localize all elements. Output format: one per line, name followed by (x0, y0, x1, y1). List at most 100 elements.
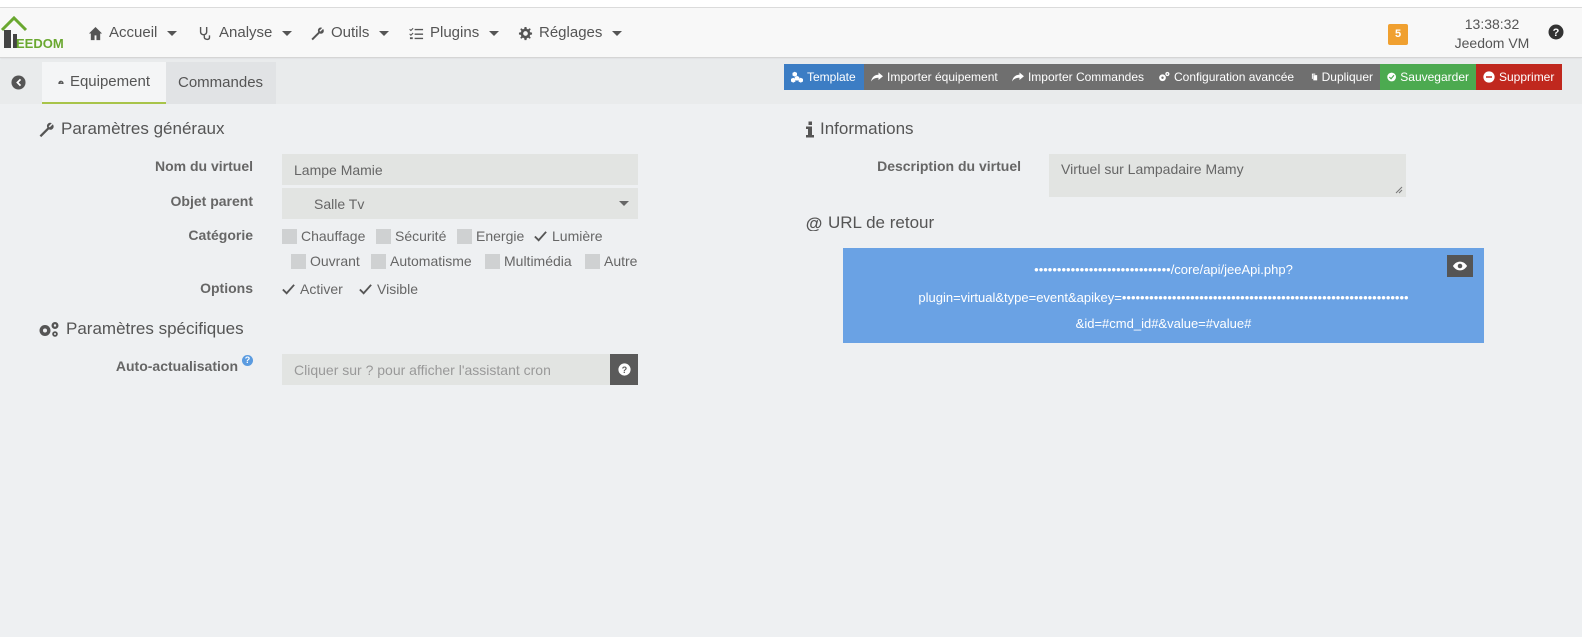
duplicate-label: Dupliquer (1321, 70, 1373, 84)
share-arrow-icon (1012, 72, 1024, 82)
nav-reglages[interactable]: Réglages (518, 8, 623, 58)
checkmark-icon[interactable] (358, 282, 373, 297)
nav-outils-label: Outils (331, 24, 370, 41)
dashboard-gauge-icon (58, 80, 64, 84)
category-lumiere[interactable]: Lumière (533, 227, 603, 245)
at-sign-icon: @ (806, 215, 822, 231)
nav-analyse[interactable]: Analyse (198, 8, 293, 58)
nav-plugins[interactable]: Plugins (409, 8, 500, 58)
category-autre-label: Autre (604, 253, 638, 269)
parent-select[interactable]: Salle Tv (282, 188, 638, 219)
description-textarea[interactable]: Virtuel sur Lampadaire Mamy (1049, 154, 1406, 197)
jeedom-logo[interactable]: EEDOM (0, 12, 70, 52)
checkbox[interactable] (371, 253, 386, 269)
caret-down-icon (489, 30, 500, 36)
duplicate-button[interactable]: Dupliquer (1303, 64, 1380, 90)
category-securite-label: Sécurité (395, 228, 447, 244)
category-lumiere-label: Lumière (552, 228, 603, 244)
cogs-icon (39, 321, 59, 337)
checkbox[interactable] (291, 253, 306, 269)
copy-icon (1311, 73, 1318, 81)
option-activer-label: Activer (300, 281, 343, 297)
share-arrow-icon (871, 72, 883, 82)
category-multimedia-label: Multimédia (504, 253, 572, 269)
info-question-icon[interactable]: ? (242, 355, 253, 366)
return-url-box: ••••••••••••••••••••••••••••••/core/api/… (843, 248, 1484, 343)
template-button[interactable]: Template (784, 64, 864, 90)
resize-handle-icon[interactable] (1395, 186, 1403, 194)
nav-accueil[interactable]: Accueil (88, 8, 178, 58)
tab-equipement-label: Equipement (69, 73, 150, 90)
clock-host: Jeedom VM (1454, 35, 1530, 51)
svg-text:?: ? (1553, 27, 1560, 39)
caret-down-icon (619, 201, 629, 206)
tab-commandes[interactable]: Commandes (166, 62, 276, 104)
top-strip (0, 0, 1582, 8)
cron-help-button[interactable]: ? (610, 354, 638, 385)
category-ouvrant-label: Ouvrant (310, 253, 360, 269)
tab-equipement[interactable]: Equipement (42, 62, 166, 104)
svg-text:?: ? (621, 365, 626, 375)
specific-params-title: Paramètres spécifiques (38, 319, 244, 339)
import-commands-label: Importer Commandes (1027, 70, 1144, 84)
option-activer[interactable]: Activer (281, 280, 343, 298)
show-url-button[interactable] (1447, 255, 1473, 277)
options-label: Options (200, 280, 253, 296)
url-line-3: &id=#cmd_id#&value=#value# (1075, 316, 1252, 331)
message-count-badge[interactable]: 5 (1388, 24, 1408, 45)
checkmark-icon[interactable] (281, 282, 296, 297)
category-energie-label: Energie (476, 228, 525, 244)
category-autre[interactable]: Autre (585, 252, 637, 270)
name-input-value: Lampe Mamie (294, 161, 383, 178)
question-circle-icon: ? (617, 363, 631, 376)
nav-outils[interactable]: Outils (310, 8, 390, 58)
description-value: Virtuel sur Lampadaire Mamy (1061, 161, 1244, 177)
logo-text: EEDOM (16, 36, 64, 51)
back-arrow-icon[interactable] (11, 75, 26, 90)
tab-commandes-label: Commandes (178, 74, 264, 91)
caret-down-icon (379, 30, 390, 36)
category-label: Catégorie (188, 227, 253, 243)
save-button[interactable]: Sauvegarder (1380, 64, 1476, 90)
info-icon (806, 121, 814, 137)
delete-button[interactable]: Supprimer (1476, 64, 1562, 90)
caret-down-icon (282, 30, 293, 36)
navbar: EEDOM Accueil Analyse Outils Plugins Rég… (0, 8, 1582, 58)
delete-label: Supprimer (1499, 70, 1555, 84)
cron-input[interactable]: Cliquer sur ? pour afficher l'assistant … (282, 354, 611, 385)
return-url-title: @ URL de retour (806, 213, 934, 233)
category-energie[interactable]: Energie (457, 227, 524, 245)
tasks-icon (409, 27, 424, 39)
checkbox[interactable] (585, 253, 600, 269)
auto-refresh-label: Auto-actualisation (115, 358, 238, 374)
parent-select-value: Salle Tv (314, 195, 365, 212)
question-circle-icon[interactable]: ? (1548, 24, 1564, 40)
svg-text:@: @ (806, 215, 822, 231)
option-visible[interactable]: Visible (358, 280, 418, 298)
url-line-2: plugin=virtual&type=event&apikey=•••••••… (918, 290, 1409, 305)
import-equipment-label: Importer équipement (887, 70, 998, 84)
return-url-title-text: URL de retour (828, 213, 935, 232)
cubes-icon (791, 71, 803, 83)
cog-icon (518, 26, 533, 40)
category-ouvrant[interactable]: Ouvrant (291, 252, 360, 270)
checkbox[interactable] (376, 228, 391, 244)
wrench-icon (311, 27, 324, 40)
category-automatisme[interactable]: Automatisme (371, 252, 472, 270)
category-multimedia[interactable]: Multimédia (485, 252, 572, 270)
import-commands-button[interactable]: Importer Commandes (1005, 64, 1151, 90)
save-label: Sauvegarder (1400, 70, 1469, 84)
import-equipment-button[interactable]: Importer équipement (864, 64, 1005, 90)
checkbox[interactable] (282, 228, 297, 244)
checkbox[interactable] (457, 228, 472, 244)
category-securite[interactable]: Sécurité (376, 227, 446, 245)
category-chauffage[interactable]: Chauffage (282, 227, 365, 245)
name-input[interactable]: Lampe Mamie (282, 154, 638, 185)
specific-params-title-text: Paramètres spécifiques (66, 319, 244, 338)
nav-reglages-label: Réglages (539, 24, 603, 41)
general-params-title: Paramètres généraux (38, 119, 224, 139)
advanced-config-button[interactable]: Configuration avancée (1151, 64, 1303, 90)
checkbox[interactable] (485, 253, 500, 269)
checkmark-icon[interactable] (533, 229, 548, 244)
nav-plugins-label: Plugins (430, 24, 480, 41)
